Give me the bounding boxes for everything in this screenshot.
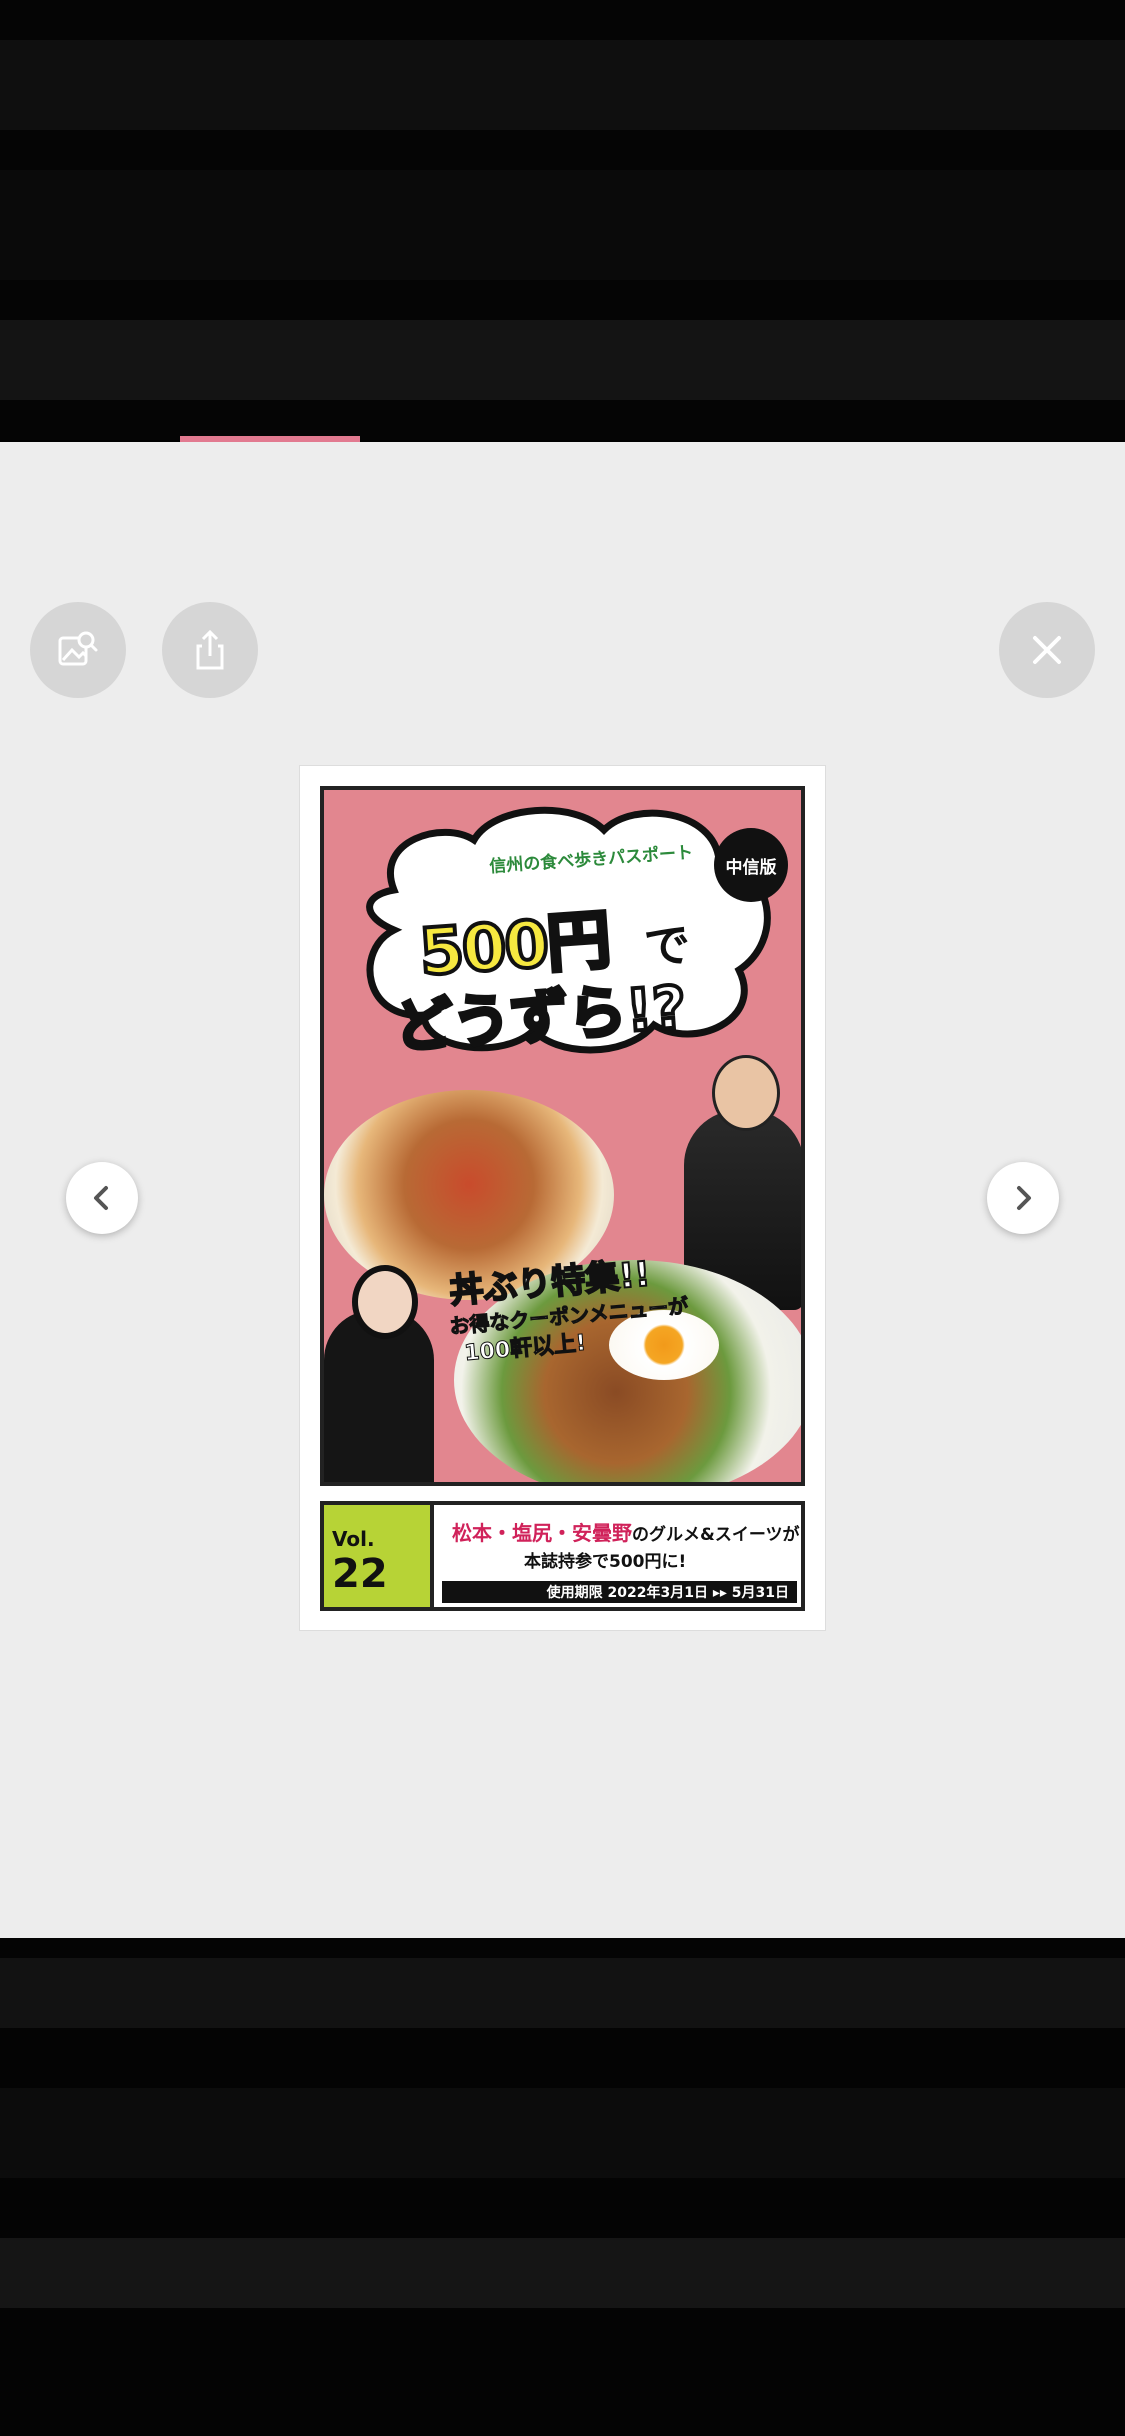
- poster-footer: Vol. 22 松本・塩尻・安曇野のグルメ&スイーツが 本誌持参で500円に! …: [320, 1501, 805, 1611]
- price-note: 本誌持参で500円に!: [524, 1552, 687, 1572]
- area-suffix: のグルメ&スイーツが: [632, 1525, 800, 1545]
- volume-badge: Vol. 22: [324, 1505, 434, 1607]
- previous-image-button[interactable]: [66, 1162, 138, 1234]
- poster-image: 信州の食べ歩きパスポート 中信版 500円 で どうずら!? 丼ぶり特集!! お…: [300, 766, 825, 1630]
- close-icon: [1033, 636, 1061, 664]
- redacted-top-area: [0, 0, 1125, 442]
- close-button[interactable]: [999, 602, 1095, 698]
- poster-cover: 信州の食べ歩きパスポート 中信版 500円 で どうずら!? 丼ぶり特集!! お…: [320, 786, 805, 1486]
- visual-lookup-button[interactable]: [30, 602, 126, 698]
- chevron-right-icon: [1017, 1186, 1031, 1210]
- volume-label: Vol.: [332, 1527, 375, 1551]
- chevron-left-icon: [94, 1186, 108, 1210]
- share-icon: [196, 629, 224, 670]
- area-line: 松本・塩尻・安曇野のグルメ&スイーツが: [452, 1517, 800, 1546]
- redaction-stroke: [0, 40, 1125, 130]
- redacted-bottom-area: [0, 1938, 1125, 2436]
- redaction-stroke: [0, 2088, 1125, 2178]
- redaction-stroke: [0, 1958, 1125, 2028]
- woman-photo: [324, 1265, 434, 1482]
- redaction-stroke: [0, 320, 1125, 400]
- redaction-stroke: [0, 2238, 1125, 2308]
- area-names: 松本・塩尻・安曇野: [452, 1521, 632, 1545]
- redaction-stroke: [0, 170, 1125, 280]
- volume-number: 22: [332, 1551, 388, 1597]
- next-image-button[interactable]: [987, 1162, 1059, 1234]
- edition-badge: 中信版: [714, 828, 788, 902]
- image-search-icon: [58, 631, 98, 666]
- share-button[interactable]: [162, 602, 258, 698]
- validity-period: 使用期限 2022年3月1日 ▸▸ 5月31日: [442, 1581, 797, 1603]
